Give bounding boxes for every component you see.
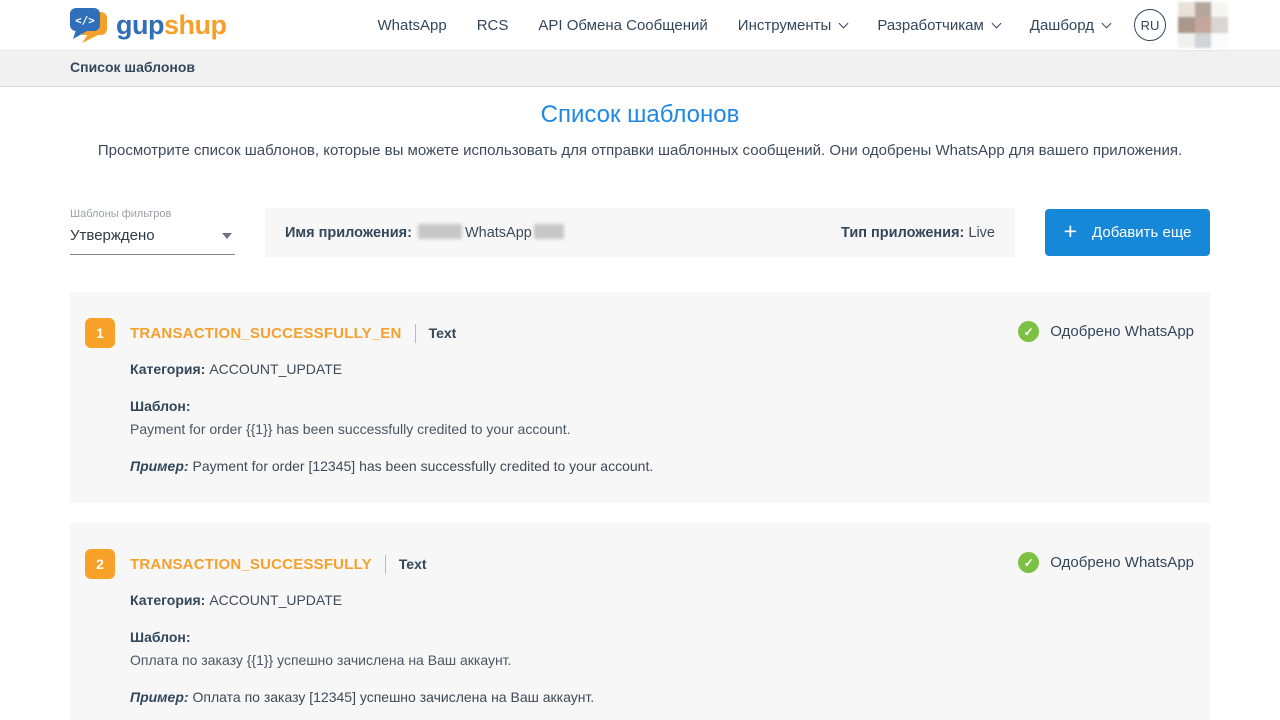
redacted-block — [418, 224, 462, 239]
template-name-link[interactable]: TRANSACTION_SUCCESSFULLY_EN — [130, 325, 402, 342]
check-icon: ✓ — [1018, 552, 1039, 573]
chevron-down-icon — [991, 18, 1001, 28]
template-index-badge: 1 — [85, 318, 115, 348]
redacted-block — [534, 224, 564, 239]
template-filter: Шаблоны фильтров Утверждено — [70, 208, 235, 257]
template-type: Text — [429, 325, 457, 341]
top-navigation-bar: </> gupshup WhatsApp RCS API Обмена Сооб… — [0, 0, 1280, 51]
main-nav: WhatsApp RCS API Обмена Сообщений Инстру… — [348, 2, 1228, 48]
dropdown-caret-icon — [222, 233, 232, 239]
example-label: Пример: — [130, 689, 189, 705]
nav-item-messaging-api[interactable]: API Обмена Сообщений — [538, 17, 707, 34]
example-label: Пример: — [130, 458, 189, 474]
approval-status-label: Одобрено WhatsApp — [1050, 323, 1194, 340]
template-name-row: TRANSACTION_SUCCESSFULLY_EN Text — [130, 318, 990, 348]
nav-item-tools[interactable]: Инструменты — [738, 17, 848, 34]
filter-label: Шаблоны фильтров — [70, 208, 235, 220]
template-body-text: Оплата по заказу {{1}} успешно зачислена… — [130, 652, 990, 668]
controls-row: Шаблоны фильтров Утверждено Имя приложен… — [70, 208, 1210, 257]
approval-status: ✓ Одобрено WhatsApp — [1018, 552, 1194, 573]
nav-item-rcs[interactable]: RCS — [477, 17, 509, 34]
app-type-field: Тип приложения:Live — [841, 225, 995, 241]
approval-status: ✓ Одобрено WhatsApp — [1018, 321, 1194, 342]
template-card: 2 ✓ Одобрено WhatsApp TRANSACTION_SUCCES… — [70, 523, 1210, 720]
example-text: Оплата по заказу [12345] успешно зачисле… — [193, 689, 595, 705]
gupshup-wordmark: gupshup — [116, 12, 226, 39]
template-example: Пример:Payment for order [12345] has bee… — [130, 458, 990, 474]
avatar[interactable] — [1178, 2, 1228, 48]
language-badge[interactable]: RU — [1134, 9, 1166, 41]
filter-selected-value: Утверждено — [70, 227, 155, 244]
template-name-link[interactable]: TRANSACTION_SUCCESSFULLY — [130, 556, 372, 573]
app-type-label: Тип приложения: — [841, 225, 964, 241]
nav-item-developers[interactable]: Разработчикам — [877, 17, 999, 34]
add-more-button[interactable]: + Добавить еще — [1045, 209, 1210, 256]
template-list: 1 ✓ Одобрено WhatsApp TRANSACTION_SUCCES… — [70, 292, 1210, 720]
app-name-label: Имя приложения: — [285, 225, 412, 241]
chevron-down-icon — [839, 18, 849, 28]
nav-item-whatsapp[interactable]: WhatsApp — [378, 17, 447, 34]
template-example: Пример:Оплата по заказу [12345] успешно … — [130, 689, 990, 705]
page-title: Список шаблонов — [70, 101, 1210, 129]
app-info-bar: Имя приложения: WhatsApp Тип приложения:L… — [265, 208, 1015, 257]
gupshup-logo-icon: </> — [68, 5, 110, 45]
svg-text:</>: </> — [75, 14, 95, 27]
nav-item-dashboard[interactable]: Дашборд — [1030, 17, 1110, 34]
check-icon: ✓ — [1018, 321, 1039, 342]
template-card: 1 ✓ Одобрено WhatsApp TRANSACTION_SUCCES… — [70, 292, 1210, 503]
template-category: Категория:ACCOUNT_UPDATE — [130, 361, 990, 377]
main-content: Список шаблонов Просмотрите список шабло… — [70, 101, 1210, 720]
page-subtitle: Просмотрите список шаблонов, которые вы … — [70, 142, 1210, 159]
category-label: Категория: — [130, 592, 205, 608]
plus-icon: + — [1064, 220, 1077, 243]
filter-select[interactable]: Утверждено — [70, 220, 235, 255]
divider — [415, 324, 416, 343]
gupshup-logo[interactable]: </> gupshup — [68, 5, 226, 45]
template-type: Text — [399, 556, 427, 572]
template-body-text: Payment for order {{1}} has been success… — [130, 421, 990, 437]
breadcrumb: Список шаблонов — [70, 59, 195, 75]
approval-status-label: Одобрено WhatsApp — [1050, 554, 1194, 571]
app-name-field: Имя приложения: WhatsApp — [285, 224, 564, 241]
template-category: Категория:ACCOUNT_UPDATE — [130, 592, 990, 608]
app-type-value: Live — [968, 225, 995, 241]
app-name-value: WhatsApp — [465, 225, 532, 241]
template-index-badge: 2 — [85, 549, 115, 579]
add-more-label: Добавить еще — [1092, 224, 1191, 241]
divider — [385, 555, 386, 574]
category-label: Категория: — [130, 361, 205, 377]
category-value: ACCOUNT_UPDATE — [209, 361, 342, 377]
template-name-row: TRANSACTION_SUCCESSFULLY Text — [130, 549, 990, 579]
template-body-label: Шаблон: — [130, 398, 990, 414]
breadcrumb-bar: Список шаблонов — [0, 51, 1280, 87]
chevron-down-icon — [1102, 18, 1112, 28]
example-text: Payment for order [12345] has been succe… — [193, 458, 654, 474]
template-body-label: Шаблон: — [130, 629, 990, 645]
category-value: ACCOUNT_UPDATE — [209, 592, 342, 608]
